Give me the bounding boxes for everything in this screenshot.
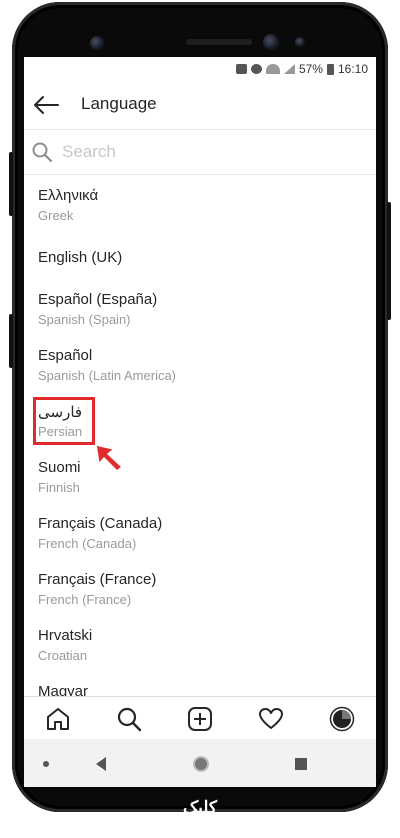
status-bar: 57% 16:10	[24, 57, 376, 81]
language-subtitle: Croatian	[38, 648, 88, 663]
dot-icon[interactable]	[42, 760, 50, 768]
language-subtitle: French (Canada)	[38, 536, 137, 551]
iris-sensor	[295, 37, 305, 47]
pointer-arrow-icon	[95, 444, 123, 472]
wifi-icon	[265, 64, 280, 74]
home-circle-icon[interactable]	[192, 755, 210, 773]
watermark-logo: کلیک	[150, 793, 250, 823]
app-bar: Language	[24, 81, 376, 129]
home-icon[interactable]	[45, 706, 71, 732]
search-icon	[32, 142, 52, 162]
earpiece	[186, 39, 252, 45]
system-nav-bar	[24, 739, 376, 787]
front-camera	[263, 34, 279, 50]
volume-button	[9, 152, 13, 216]
language-name: English (UK)	[38, 249, 123, 266]
language-name: Hrvatski	[38, 627, 93, 644]
language-subtitle: Spanish (Latin America)	[38, 368, 177, 383]
clock: 16:10	[337, 62, 368, 76]
language-name: Français (Canada)	[38, 515, 163, 532]
screen: 57% 16:10 Language Ελληνικά Greek Englis…	[24, 57, 376, 787]
back-triangle-icon[interactable]	[94, 756, 108, 772]
language-name: Suomi	[38, 459, 81, 476]
language-name: Español (España)	[38, 291, 158, 308]
back-arrow-icon[interactable]	[33, 95, 59, 115]
language-name: Español	[38, 347, 93, 364]
bottom-nav	[24, 696, 376, 740]
signal-icon	[283, 64, 295, 74]
highlight-box-persian	[33, 397, 95, 445]
bixby-button	[9, 314, 13, 368]
front-sensor	[90, 36, 104, 50]
power-button	[387, 202, 391, 320]
list-item-greek[interactable]: Ελληνικά Greek	[24, 173, 376, 229]
list-item-french-canada[interactable]: Français (Canada) French (Canada)	[24, 509, 376, 565]
list-item-hungarian[interactable]: Magyar	[24, 677, 376, 696]
list-item-croatian[interactable]: Hrvatski Croatian	[24, 621, 376, 677]
list-item-spanish-latam[interactable]: Español Spanish (Latin America)	[24, 341, 376, 397]
list-item-english-uk[interactable]: English (UK)	[24, 229, 376, 285]
language-name: Magyar	[38, 683, 89, 696]
battery-icon	[326, 63, 334, 75]
language-subtitle: French (France)	[38, 592, 132, 607]
download-icon	[235, 64, 247, 74]
list-item-french-france[interactable]: Français (France) French (France)	[24, 565, 376, 621]
profile-icon[interactable]	[329, 706, 355, 732]
language-subtitle: Finnish	[38, 480, 80, 495]
language-name: Ελληνικά	[38, 187, 99, 204]
list-item-spanish-spain[interactable]: Español (España) Spanish (Spain)	[24, 285, 376, 341]
language-name: Français (France)	[38, 571, 157, 588]
alarm-icon	[250, 64, 262, 74]
new-post-icon[interactable]	[187, 706, 213, 732]
language-subtitle: Spanish (Spain)	[38, 312, 131, 327]
search-input[interactable]	[60, 138, 354, 166]
search-icon[interactable]	[116, 706, 142, 732]
watermark-text: کلیک	[182, 798, 218, 817]
page-title: Language	[81, 94, 157, 113]
battery-percent: 57%	[298, 62, 323, 76]
search-bar	[24, 129, 376, 175]
activity-heart-icon[interactable]	[258, 706, 284, 732]
recents-square-icon[interactable]	[294, 757, 308, 771]
list-item-finnish[interactable]: Suomi Finnish	[24, 453, 376, 509]
language-subtitle: Greek	[38, 208, 74, 223]
